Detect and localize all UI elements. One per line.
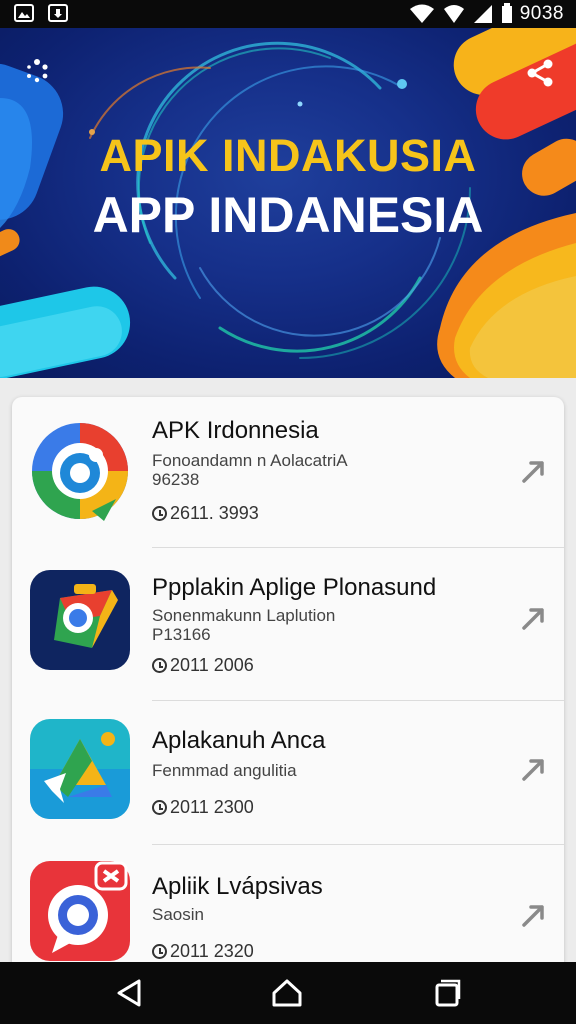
app-title: Apliik Lvápsivas	[152, 873, 323, 900]
share-icon[interactable]	[526, 58, 554, 88]
app-code: 96238	[152, 470, 200, 489]
app-list: APK Irdonnesia Fonoandamn n AolacatriA 9…	[12, 397, 564, 977]
app-subtitle: Sonenmakunn Laplution	[152, 606, 336, 625]
app-subtitle: Fenmmad angulitia	[152, 761, 297, 780]
app-date: 2011 2006	[152, 655, 254, 676]
app-list-item[interactable]: APK Irdonnesia Fonoandamn n AolacatriA 9…	[12, 397, 564, 547]
app-title: APK Irdonnesia	[152, 417, 319, 444]
app-title: Aplakanuh Anca	[152, 727, 326, 754]
battery-icon	[501, 3, 512, 23]
circular-arrow-app-icon	[32, 423, 128, 521]
app-date: 2611. 3993	[152, 503, 259, 524]
clock-icon	[152, 944, 167, 959]
clock-icon	[152, 506, 167, 521]
hero-title-line2: APP INDANESIA	[92, 187, 484, 243]
map-app-icon	[30, 570, 130, 670]
drive-triangle-app-icon	[30, 719, 130, 819]
clock-icon	[152, 658, 167, 673]
status-time: 9038	[519, 3, 564, 24]
cell-signal-icon	[473, 5, 492, 23]
app-code: P13166	[152, 625, 211, 644]
download-notification-icon	[48, 4, 68, 22]
signal-icon	[443, 5, 464, 23]
hero-banner: APIK INDAKUSIA APP INDANESIA	[0, 28, 576, 378]
app-subtitle: Saosin	[152, 905, 204, 924]
open-arrow-icon[interactable]	[518, 753, 550, 785]
back-icon[interactable]	[113, 976, 147, 1010]
clock-icon	[152, 800, 167, 815]
chat-lens-app-icon	[30, 861, 130, 961]
open-arrow-icon[interactable]	[518, 455, 550, 487]
open-arrow-icon[interactable]	[518, 602, 550, 634]
open-arrow-icon[interactable]	[518, 899, 550, 931]
status-bar: 9038	[0, 0, 576, 28]
app-date: 2011 2320	[152, 941, 254, 962]
app-list-item[interactable]: Apliik Lvápsivas Saosin 2011 2320	[12, 845, 564, 977]
loading-icon[interactable]	[24, 58, 50, 84]
recent-apps-icon[interactable]	[430, 976, 464, 1010]
app-subtitle: Fonoandamn n AolacatriA	[152, 451, 348, 470]
image-notification-icon	[14, 4, 34, 22]
app-title: Ppplakin Aplige Plonasund	[152, 574, 437, 601]
app-list-item[interactable]: Ppplakin Aplige Plonasund Sonenmakunn La…	[12, 548, 564, 700]
app-list-item[interactable]: Aplakanuh Anca Fenmmad angulitia 2011 23…	[12, 701, 564, 844]
navigation-bar	[0, 962, 576, 1024]
hero-title-line1: APIK INDAKUSIA	[99, 130, 477, 181]
app-date: 2011 2300	[152, 797, 254, 818]
home-icon[interactable]	[270, 976, 304, 1010]
wifi-icon	[409, 4, 434, 23]
